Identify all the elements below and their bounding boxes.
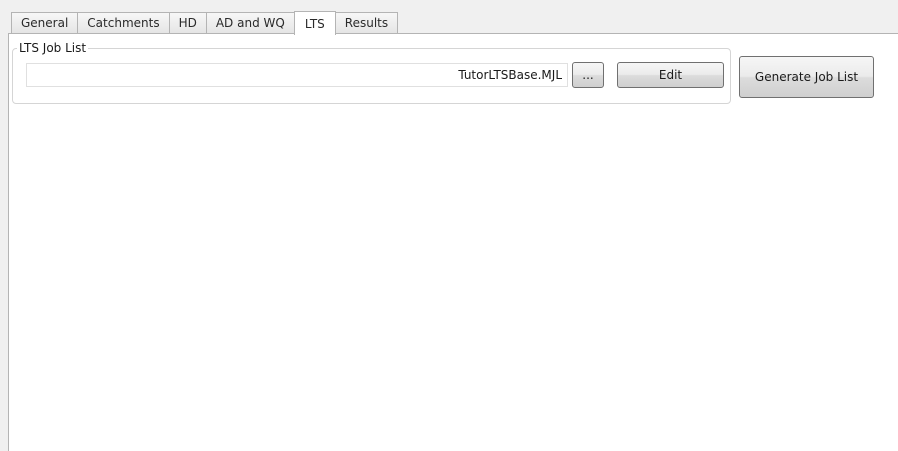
tab-hd[interactable]: HD [169, 12, 207, 34]
lts-tab-page: LTS Job List ... Edit Generate Job List [8, 33, 898, 451]
tab-bar: General Catchments HD AD and WQ LTS Resu… [11, 10, 399, 35]
tab-lts[interactable]: LTS [293, 11, 336, 35]
lts-job-list-group: LTS Job List ... Edit [12, 40, 731, 104]
lts-panel-window: General Catchments HD AD and WQ LTS Resu… [0, 0, 898, 451]
tab-ad-and-wq[interactable]: AD and WQ [206, 12, 295, 34]
tab-general[interactable]: General [11, 12, 79, 34]
edit-button[interactable]: Edit [617, 62, 724, 88]
generate-job-list-button[interactable]: Generate Job List [739, 56, 874, 98]
job-list-file-input[interactable] [26, 63, 568, 87]
lts-job-list-group-title: LTS Job List [17, 40, 89, 56]
tab-catchments[interactable]: Catchments [78, 12, 170, 34]
browse-button[interactable]: ... [572, 62, 604, 88]
tab-results[interactable]: Results [335, 12, 399, 34]
